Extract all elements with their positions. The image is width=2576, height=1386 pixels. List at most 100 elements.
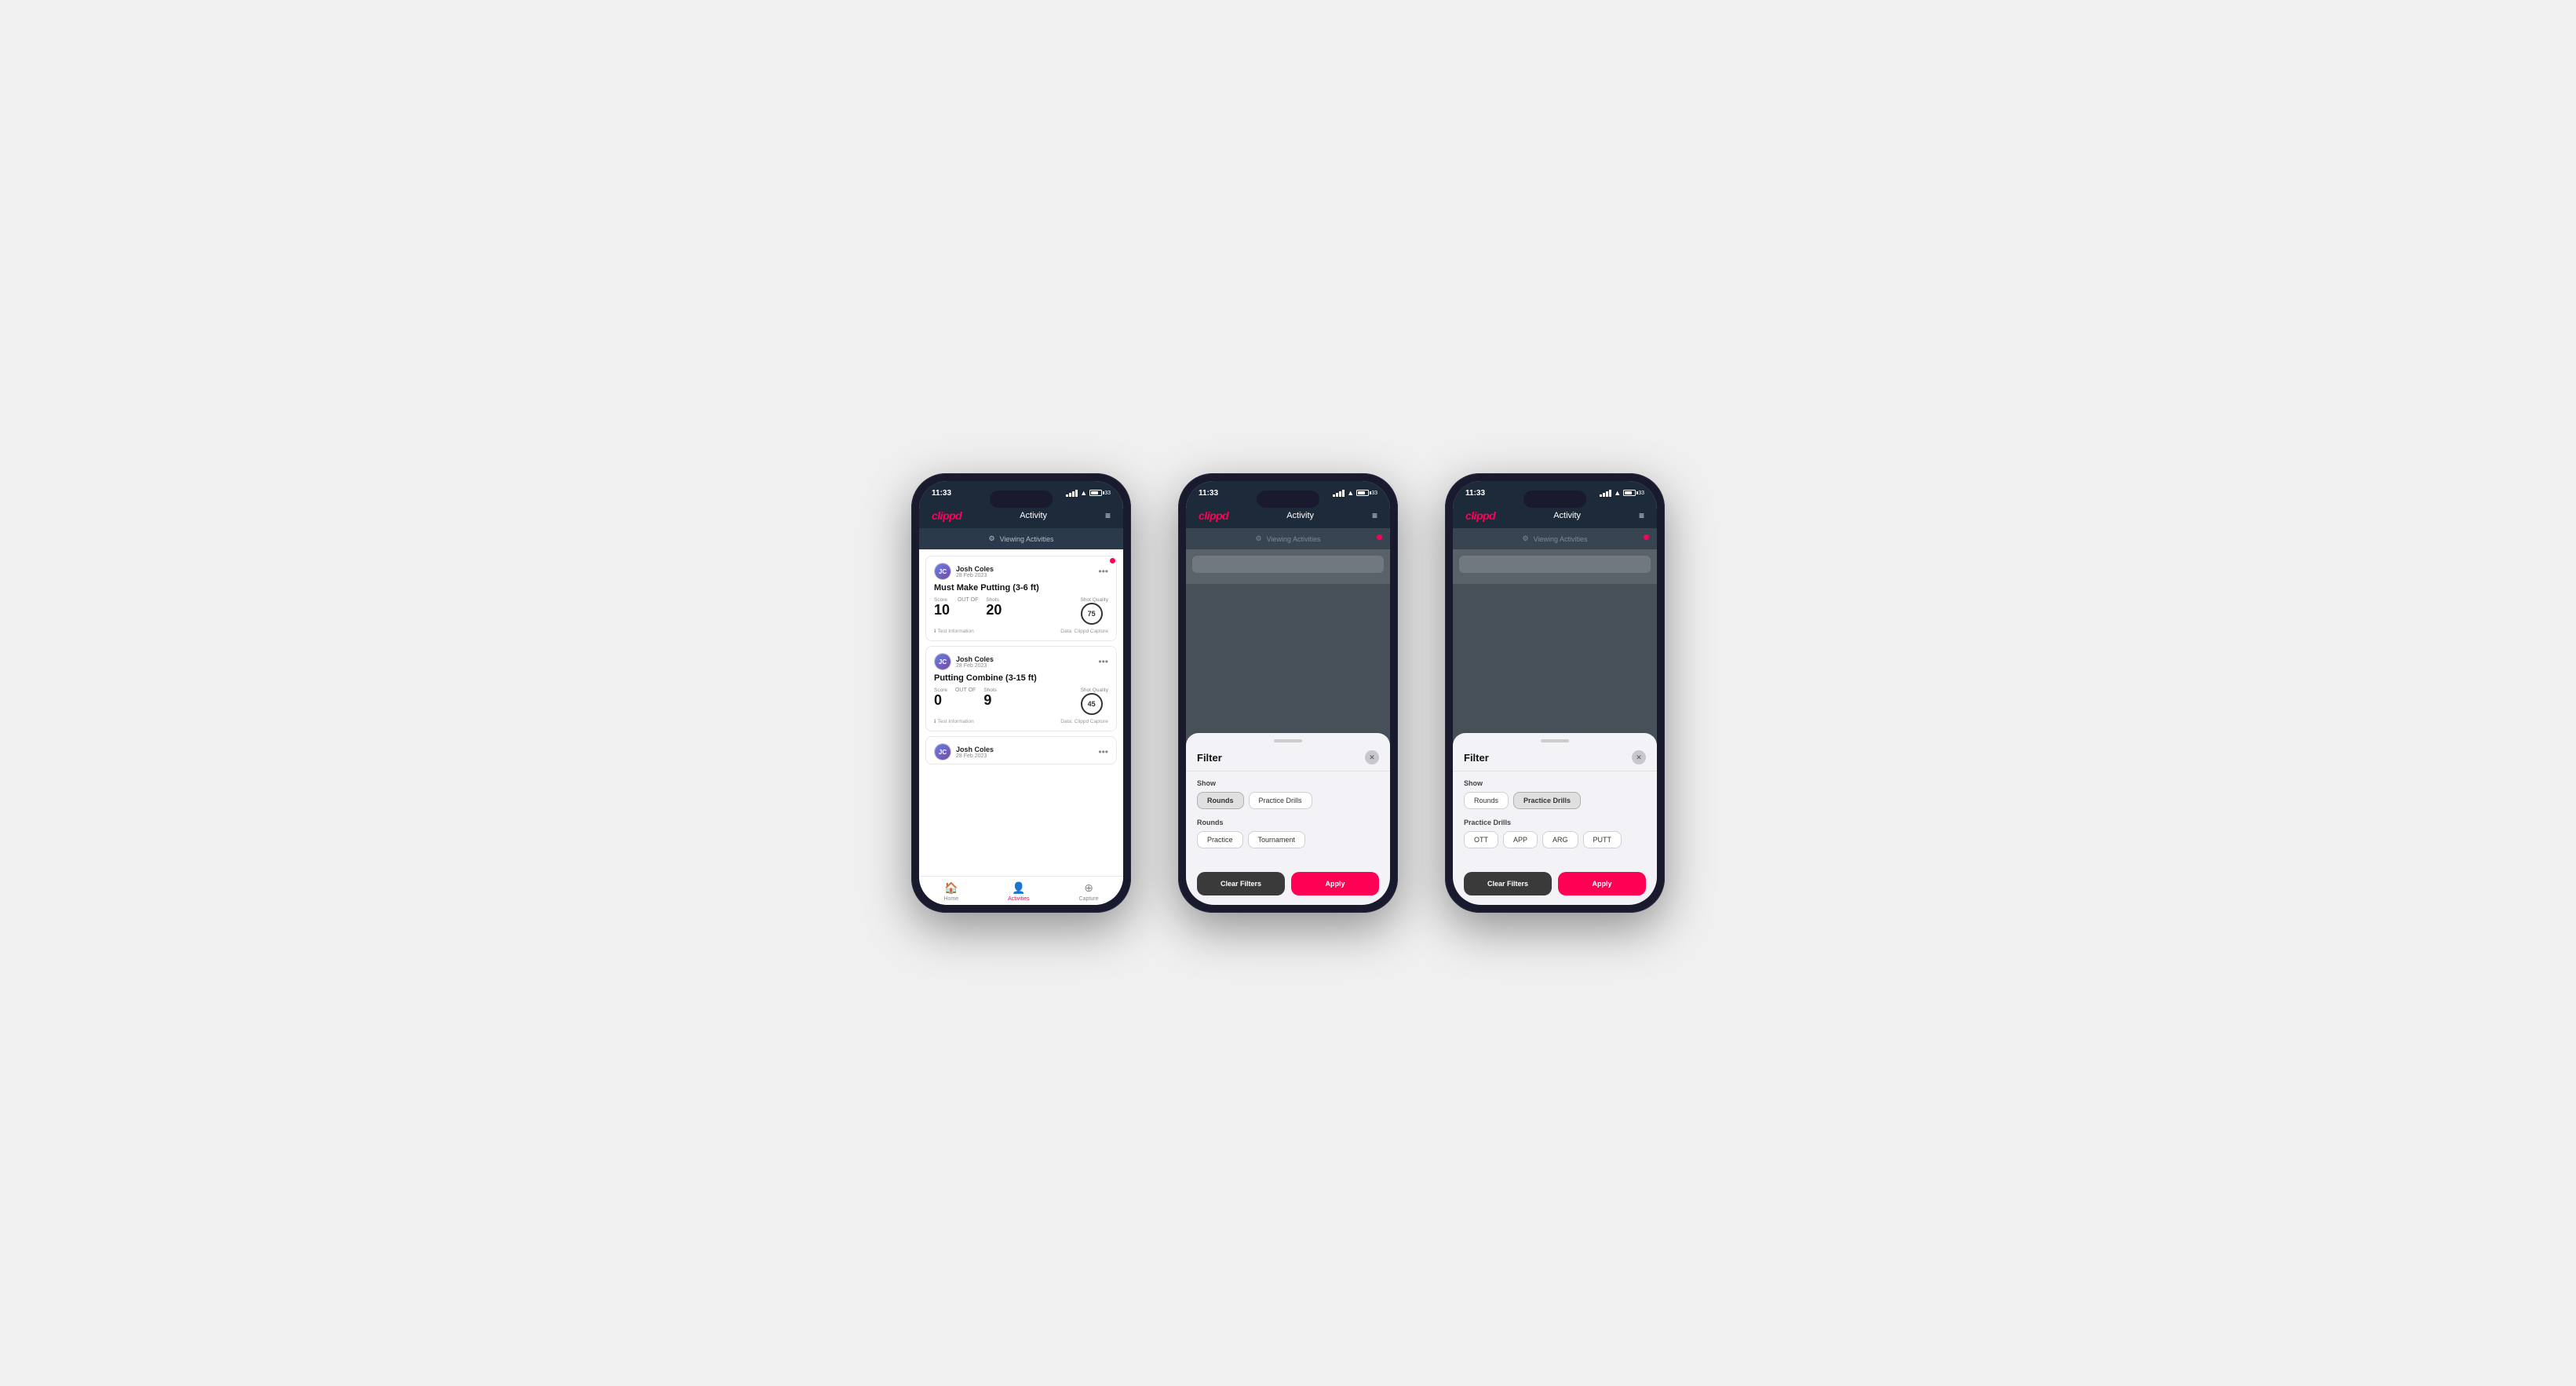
data-source-2: Data: Clippd Capture — [1060, 719, 1108, 724]
drills-chips-3: OTT APP ARG PUTT — [1464, 831, 1646, 848]
sheet-body-2: Show Rounds Practice Drills Rounds — [1186, 771, 1390, 866]
logo-1: clippd — [932, 509, 961, 522]
phone-2: 11:33 ▲ 33 clippd — [1178, 473, 1398, 913]
wifi-icon-2: ▲ — [1347, 489, 1354, 497]
phone-1: 11:33 ▲ 33 clippd — [911, 473, 1131, 913]
battery-level: 33 — [1104, 491, 1111, 496]
logo-3: clippd — [1465, 509, 1495, 522]
close-button-2[interactable]: ✕ — [1365, 750, 1379, 764]
sheet-handle-3 — [1541, 739, 1569, 742]
user-info-3: JC Josh Coles 28 Feb 2023 — [934, 743, 994, 760]
card-footer-2: ℹ Test Information Data: Clippd Capture — [934, 718, 1108, 724]
drills-section-label-3: Practice Drills — [1464, 819, 1646, 826]
avatar-3: JC — [934, 743, 951, 760]
more-dots-2[interactable]: ••• — [1098, 656, 1108, 667]
battery-level-2: 33 — [1371, 491, 1377, 496]
chip-arg-3[interactable]: ARG — [1542, 831, 1578, 848]
chip-rounds-2[interactable]: Rounds — [1197, 792, 1244, 809]
sq-badge-2: 45 — [1081, 693, 1103, 715]
activities-label: Activities — [1008, 896, 1030, 902]
bottom-nav-1: 🏠 Home 👤 Activities ⊕ Capture — [919, 876, 1123, 905]
clear-filters-button-2[interactable]: Clear Filters — [1197, 872, 1285, 895]
status-icons-3: ▲ 33 — [1600, 489, 1644, 497]
chip-practice-drills-2[interactable]: Practice Drills — [1249, 792, 1312, 809]
wifi-icon-3: ▲ — [1614, 489, 1621, 497]
more-dots-3[interactable]: ••• — [1098, 746, 1108, 757]
apply-button-3[interactable]: Apply — [1558, 872, 1646, 895]
viewing-bar-text-3: Viewing Activities — [1534, 535, 1588, 543]
nav-home[interactable]: 🏠 Home — [943, 881, 958, 902]
sheet-footer-2: Clear Filters Apply — [1186, 866, 1390, 905]
activity-card-2[interactable]: JC Josh Coles 28 Feb 2023 ••• Putting Co… — [925, 646, 1117, 731]
apply-button-2[interactable]: Apply — [1291, 872, 1379, 895]
user-name-2: Josh Coles — [956, 655, 994, 663]
phone-3: 11:33 ▲ 33 clippd — [1445, 473, 1665, 913]
chip-practice-2[interactable]: Practice — [1197, 831, 1243, 848]
show-label-3: Show — [1464, 779, 1646, 787]
activities-icon: 👤 — [1012, 881, 1025, 895]
capture-icon: ⊕ — [1084, 881, 1093, 895]
filter-title-2: Filter — [1197, 752, 1222, 764]
stats-row-2: Score 0 OUT OF Shots 9 Shot Quality 45 — [934, 688, 1108, 715]
show-chips-3: Rounds Practice Drills — [1464, 792, 1646, 809]
filter-title-3: Filter — [1464, 752, 1489, 764]
sq-label-1: Shot Quality — [1081, 597, 1108, 603]
menu-icon-1[interactable]: ≡ — [1105, 510, 1111, 521]
battery-icon-2 — [1356, 490, 1369, 496]
status-icons-1: ▲ 33 — [1066, 489, 1111, 497]
close-button-3[interactable]: ✕ — [1632, 750, 1646, 764]
chip-app-3[interactable]: APP — [1503, 831, 1538, 848]
battery-level-3: 33 — [1638, 491, 1644, 496]
test-info-2: ℹ Test Information — [934, 718, 974, 724]
card-footer-1: ℹ Test Information Data: Clippd Capture — [934, 628, 1108, 634]
notch-3 — [1523, 491, 1586, 508]
stats-row-1: Score 10 OUT OF Shots 20 Shot Quality 75 — [934, 597, 1108, 625]
viewing-bar-1[interactable]: ⚙ Viewing Activities — [919, 528, 1123, 549]
chip-practice-drills-3[interactable]: Practice Drills — [1513, 792, 1581, 809]
out-of-2: OUT OF — [955, 688, 976, 693]
rounds-section-label-2: Rounds — [1197, 819, 1379, 826]
status-time-1: 11:33 — [932, 489, 951, 498]
user-date-2: 28 Feb 2023 — [956, 663, 994, 669]
home-icon: 🏠 — [944, 881, 958, 895]
chip-ott-3[interactable]: OTT — [1464, 831, 1498, 848]
score-value-1: 10 — [934, 602, 950, 618]
avatar-2: JC — [934, 653, 951, 670]
test-info-1: ℹ Test Information — [934, 628, 974, 634]
status-icons-2: ▲ 33 — [1333, 489, 1377, 497]
clear-filters-button-3[interactable]: Clear Filters — [1464, 872, 1552, 895]
battery-icon-3 — [1623, 490, 1636, 496]
sq-label-2: Shot Quality — [1081, 688, 1108, 693]
out-of-1: OUT OF — [958, 597, 978, 603]
activity-list-1: JC Josh Coles 28 Feb 2023 ••• Must Make … — [919, 549, 1123, 876]
sheet-header-3: Filter ✕ — [1453, 746, 1657, 771]
logo-2: clippd — [1199, 509, 1228, 522]
activity-card-3[interactable]: JC Josh Coles 28 Feb 2023 ••• — [925, 736, 1117, 764]
more-dots-1[interactable]: ••• — [1098, 566, 1108, 577]
notch-2 — [1257, 491, 1319, 508]
signal-icon-3 — [1600, 490, 1611, 497]
user-info-2: JC Josh Coles 28 Feb 2023 — [934, 653, 994, 670]
home-label: Home — [943, 896, 958, 902]
filter-sheet-2: Filter ✕ Show Rounds Practice Drills — [1186, 733, 1390, 905]
wifi-icon: ▲ — [1080, 489, 1087, 497]
chip-rounds-3[interactable]: Rounds — [1464, 792, 1509, 809]
viewing-dot-2 — [1377, 534, 1382, 540]
sheet-header-2: Filter ✕ — [1186, 746, 1390, 771]
score-value-2: 0 — [934, 692, 942, 708]
menu-icon-3[interactable]: ≡ — [1639, 510, 1644, 521]
filter-icon-1: ⚙ — [989, 534, 995, 543]
chip-tournament-2[interactable]: Tournament — [1248, 831, 1306, 848]
viewing-bar-text-2: Viewing Activities — [1267, 535, 1321, 543]
battery-icon — [1089, 490, 1102, 496]
activity-card-1[interactable]: JC Josh Coles 28 Feb 2023 ••• Must Make … — [925, 556, 1117, 641]
nav-activities[interactable]: 👤 Activities — [1008, 881, 1030, 902]
signal-icon-2 — [1333, 490, 1345, 497]
menu-icon-2[interactable]: ≡ — [1372, 510, 1377, 521]
data-source-1: Data: Clippd Capture — [1060, 629, 1108, 634]
show-chips-2: Rounds Practice Drills — [1197, 792, 1379, 809]
chip-putt-3[interactable]: PUTT — [1583, 831, 1622, 848]
viewing-bar-text-1: Viewing Activities — [1000, 535, 1054, 543]
card-title-1: Must Make Putting (3-6 ft) — [934, 583, 1108, 593]
nav-capture[interactable]: ⊕ Capture — [1079, 881, 1099, 902]
